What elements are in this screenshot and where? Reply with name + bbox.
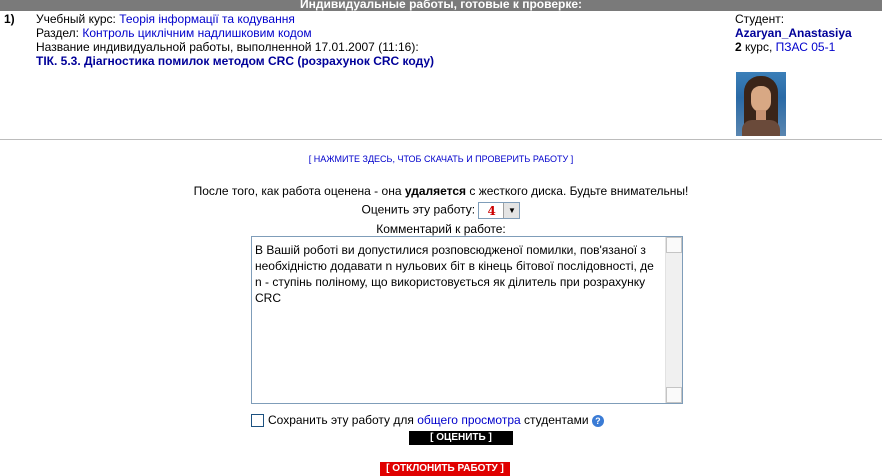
comment-label: Комментарий к работе: [376,222,506,236]
course-row: Учебный курс: Теорія інформації та кодув… [36,12,434,26]
warning-text-end: с жесткого диска. Будьте внимательны! [466,184,689,198]
section-row: Раздел: Контроль циклічним надлишковим к… [36,26,434,40]
work-number: 1) [4,12,15,26]
comment-text[interactable]: В Вашій роботі ви допустилися розповсюдж… [255,242,655,306]
student-group-link[interactable]: ПЗАС 05-1 [776,40,836,54]
submitted-text: Название индивидуальной работы, выполнен… [36,40,419,54]
evaluate-button[interactable]: [ ОЦЕНИТЬ ] [409,431,513,445]
student-info: Студент: Azaryan_Anastasiya 2 курс, ПЗАС… [735,12,852,54]
save-text-start: Сохранить эту работу для [268,413,418,427]
grade-select[interactable]: 4 ▼ [478,202,521,219]
public-view-link[interactable]: общего просмотра [417,413,520,427]
scroll-up-button[interactable] [666,237,682,253]
download-link[interactable]: [ НАЖМИТЕ ЗДЕСЬ, ЧТОБ СКАЧАТЬ И ПРОВЕРИТ… [0,154,882,164]
divider [0,139,882,140]
grade-value: 4 [487,204,496,218]
comment-scrollbar[interactable] [665,237,682,403]
section-header-title: Индивидуальные работы, готовые к проверк… [299,0,583,11]
warning-text-bold: удаляется [404,184,467,198]
course-link[interactable]: Теорія інформації та кодування [119,12,295,26]
section-header: Индивидуальные работы, готовые к проверк… [0,0,882,11]
student-label: Студент: [735,12,785,26]
help-icon[interactable]: ? [591,414,604,427]
reject-button[interactable]: [ ОТКЛОНИТЬ РАБОТУ ] [380,462,510,476]
grade-row: Оценить эту работу: 4 ▼ [0,202,882,219]
save-public-checkbox[interactable] [251,414,264,428]
student-group-row: 2 курс, ПЗАС 05-1 [735,40,852,54]
delete-warning: После того, как работа оценена - она уда… [0,184,882,198]
student-year-suffix: курс, [745,40,773,54]
student-avatar [736,72,786,136]
scroll-down-button[interactable] [666,387,682,403]
reject-button-wrap: [ ОТКЛОНИТЬ РАБОТУ ] [350,460,540,476]
comment-textarea[interactable]: В Вашій роботі ви допустилися розповсюдж… [251,236,683,404]
section-label: Раздел: [36,26,79,40]
student-name: Azaryan_Anastasiya [735,26,852,40]
work-title: ТІК. 5.3. Діагностика помилок методом CR… [36,54,435,68]
grade-label: Оценить эту работу: [361,202,476,217]
warning-text-start: После того, как работа оценена - она [193,184,405,198]
save-text-end: студентами [520,413,589,427]
chevron-down-icon[interactable]: ▼ [503,203,520,218]
student-year: 2 [735,40,742,54]
save-public-row: Сохранить эту работу для общего просмотр… [251,412,711,428]
section-link[interactable]: Контроль циклічним надлишковим кодом [82,26,311,40]
work-info: Учебный курс: Теорія інформації та кодув… [36,12,434,68]
course-label: Учебный курс: [36,12,116,26]
